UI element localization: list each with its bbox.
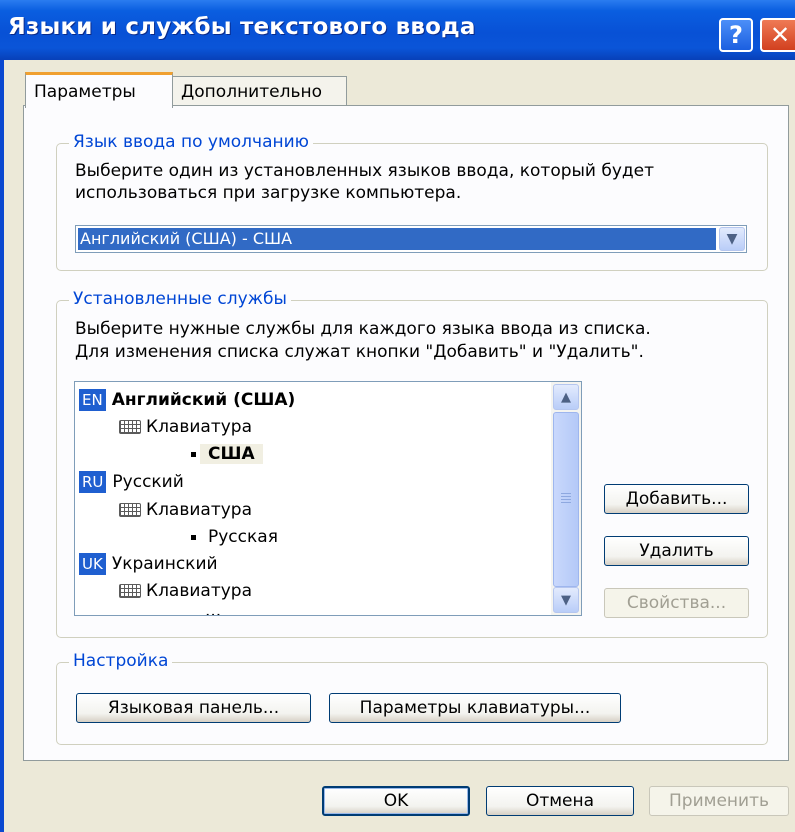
installed-services-legend: Установленные службы (69, 289, 291, 309)
service-name: Клавиатура (146, 581, 253, 601)
language-badge: EN (79, 389, 106, 411)
cancel-button-label: Отмена (525, 791, 595, 811)
properties-button[interactable]: Свойства... (604, 588, 749, 618)
installed-services-desc-2: Для изменения списка служат кнопки "Доба… (75, 342, 644, 362)
properties-button-label: Свойства... (626, 593, 727, 613)
window-title: Языки и службы текстового ввода (8, 14, 476, 40)
default-language-legend: Язык ввода по умолчанию (69, 132, 313, 152)
apply-button[interactable]: Применить (649, 786, 789, 816)
language-name: Украинский (111, 554, 218, 574)
bullet-icon (191, 451, 196, 457)
cancel-button[interactable]: Отмена (486, 786, 634, 816)
language-name: Русский (112, 472, 184, 492)
tree-item-language[interactable]: RU Русский (79, 468, 184, 496)
tab-label: Дополнительно (181, 81, 322, 102)
remove-button-label: Удалить (639, 541, 714, 561)
bullet-icon (191, 534, 196, 540)
add-button[interactable]: Добавить... (604, 484, 749, 514)
ok-button[interactable]: OK (322, 786, 470, 816)
keyboard-settings-button-label: Параметры клавиатуры... (359, 698, 591, 718)
settings-legend: Настройка (69, 651, 173, 671)
language-name: Английский (США) (111, 390, 296, 410)
ok-button-label: OK (383, 791, 409, 811)
chevron-down-icon[interactable]: ▼ (719, 227, 745, 251)
layout-name: США (200, 444, 263, 464)
keyboard-icon (119, 584, 141, 598)
grip-icon (561, 493, 571, 503)
tab-parameters[interactable]: Параметры (25, 72, 173, 108)
scroll-up-icon[interactable]: ▲ (553, 384, 579, 410)
title-bar[interactable]: Языки и службы текстового ввода ? ✕ (0, 0, 795, 60)
tab-label: Параметры (34, 81, 136, 102)
help-button[interactable]: ? (719, 18, 753, 52)
tree-item-service[interactable]: Клавиатура (119, 496, 252, 524)
layout-name: Русская (208, 527, 278, 547)
service-name: Клавиатура (146, 417, 253, 437)
close-icon: ✕ (769, 21, 791, 49)
keyboard-icon (119, 420, 141, 434)
default-language-select[interactable]: Английский (США) - США ▼ (75, 225, 747, 253)
tree-item-layout[interactable]: Русская (191, 523, 278, 551)
remove-button[interactable]: Удалить (604, 536, 749, 566)
default-language-value: Английский (США) - США (78, 228, 716, 250)
keyboard-settings-button[interactable]: Параметры клавиатуры... (329, 693, 621, 723)
tab-additional[interactable]: Дополнительно (172, 76, 347, 106)
help-icon: ? (729, 21, 743, 49)
installed-services-desc-1: Выберите нужные службы для каждого языка… (75, 319, 651, 339)
tree-item-service[interactable]: Клавиатура (119, 413, 252, 441)
tree-item-layout[interactable]: США (191, 440, 263, 468)
language-bar-button[interactable]: Языковая панель... (76, 693, 311, 723)
tree-item-language[interactable]: EN Английский (США) (79, 386, 295, 414)
close-button[interactable]: ✕ (760, 18, 795, 52)
default-language-desc-2: использоваться при загрузке компьютера. (75, 183, 462, 203)
scroll-down-icon[interactable]: ▼ (553, 587, 579, 613)
language-badge: RU (79, 471, 107, 493)
service-name: Клавиатура (146, 500, 253, 520)
layout-name: ... (205, 602, 222, 616)
default-language-desc-1: Выберите один из установленных языков вв… (75, 161, 655, 181)
installed-services-tree[interactable]: EN Английский (США) Клавиатура США RU Ру… (74, 381, 582, 616)
tree-item-layout[interactable]: ... (205, 602, 222, 616)
scroll-thumb[interactable] (553, 412, 579, 587)
language-badge: UK (79, 553, 106, 575)
apply-button-label: Применить (669, 791, 769, 811)
keyboard-icon (119, 503, 141, 517)
add-button-label: Добавить... (625, 489, 728, 509)
tree-item-service[interactable]: Клавиатура (119, 577, 252, 605)
tree-item-language[interactable]: UK Украинский (79, 550, 218, 578)
tree-scrollbar[interactable]: ▲ ▼ (551, 382, 581, 615)
language-bar-button-label: Языковая панель... (107, 698, 280, 718)
